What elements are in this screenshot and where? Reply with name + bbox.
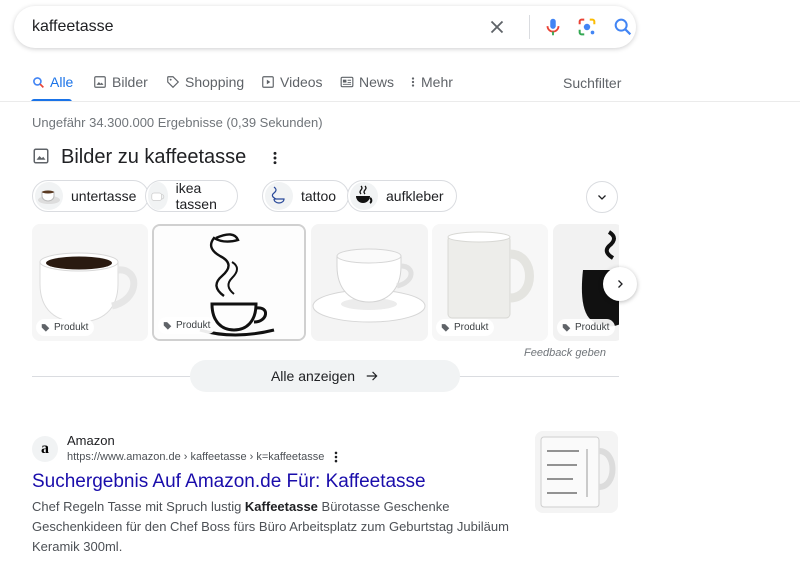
tab-label: Mehr	[421, 74, 453, 90]
carousel-next-button[interactable]	[603, 267, 637, 301]
image-icon	[33, 148, 49, 164]
chip-thumbnail	[350, 182, 378, 210]
badge-label: Produkt	[176, 320, 211, 331]
snippet-text: Chef Regeln Tasse mit Spruch lustig	[32, 499, 245, 514]
tab-label: Alle	[50, 74, 74, 90]
search-bar[interactable]	[14, 6, 636, 48]
tag-icon	[562, 324, 571, 332]
show-all-label: Alle anzeigen	[270, 368, 356, 384]
image-result[interactable]	[311, 224, 428, 341]
chip-ikea-tassen[interactable]: ikea tassen	[145, 180, 239, 212]
chip-label: untertasse	[71, 188, 137, 204]
result-title-link[interactable]: Suchergebnis Auf Amazon.de Für: Kaffeeta…	[32, 471, 426, 493]
feedback-link[interactable]: Feedback geben	[524, 347, 606, 359]
tabs-divider	[0, 101, 800, 102]
tag-icon	[41, 324, 50, 332]
product-badge: Produkt	[557, 319, 616, 336]
chip-thumbnail	[265, 182, 293, 210]
tab-label: Bilder	[112, 74, 148, 90]
image-carousel: Produkt Produkt Produkt Produkt	[32, 224, 619, 342]
tab-news[interactable]: News	[340, 74, 394, 90]
chip-thumbnail	[148, 182, 168, 210]
cup-saucer-image	[311, 224, 428, 341]
tag-icon	[163, 322, 172, 330]
microphone-icon[interactable]	[542, 16, 564, 38]
clear-icon[interactable]	[486, 16, 508, 38]
tab-label: Shopping	[185, 74, 245, 90]
image-result[interactable]: Produkt	[432, 224, 548, 341]
tab-label: Videos	[280, 74, 323, 90]
search-tabs: Alle Bilder Shopping Videos News Mehr	[0, 64, 800, 102]
result-stats: Ungefähr 34.300.000 Ergebnisse (0,39 Sek…	[32, 115, 323, 130]
search-tools-button[interactable]: Suchfilter	[563, 75, 621, 91]
chip-untertasse[interactable]: untertasse	[32, 180, 150, 212]
chevron-down-icon	[598, 195, 606, 200]
mug-image	[535, 431, 618, 513]
tag-icon	[441, 324, 450, 332]
images-block-title: Bilder zu kaffeetasse	[61, 146, 247, 168]
badge-label: Produkt	[454, 322, 489, 333]
more-vert-icon	[411, 77, 415, 87]
lens-icon[interactable]	[576, 16, 598, 38]
expand-chips-button[interactable]	[586, 181, 618, 213]
result-snippet: Chef Regeln Tasse mit Spruch lustig Kaff…	[32, 497, 512, 557]
product-badge: Produkt	[36, 319, 95, 336]
image-result[interactable]: Produkt	[152, 224, 306, 341]
product-badge: Produkt	[436, 319, 495, 336]
tab-shopping[interactable]: Shopping	[166, 74, 244, 90]
search-input[interactable]	[32, 18, 452, 36]
product-badge: Produkt	[158, 317, 217, 334]
chip-thumbnail	[35, 182, 63, 210]
news-icon	[340, 76, 354, 88]
site-favicon: a	[32, 436, 58, 462]
tab-images[interactable]: Bilder	[93, 74, 148, 90]
chip-tattoo[interactable]: tattoo	[262, 180, 350, 212]
site-name[interactable]: Amazon	[67, 433, 115, 448]
tab-label: News	[359, 74, 395, 90]
chip-label: ikea tassen	[175, 180, 217, 212]
arrow-right-icon	[366, 371, 378, 381]
chip-aufkleber[interactable]: aufkleber	[347, 180, 457, 212]
tag-icon	[167, 76, 180, 89]
chip-label: tattoo	[301, 188, 337, 204]
play-icon	[262, 76, 274, 88]
site-url[interactable]: https://www.amazon.de › kaffeetasse › k=…	[67, 451, 324, 463]
badge-label: Produkt	[54, 322, 89, 333]
show-all-images-button[interactable]: Alle anzeigen	[190, 360, 460, 392]
more-options-icon[interactable]	[268, 150, 282, 166]
search-icon	[33, 76, 44, 88]
chip-label: aufkleber	[386, 188, 444, 204]
tab-more[interactable]: Mehr	[410, 74, 453, 90]
result-thumbnail[interactable]	[535, 431, 618, 513]
search-icon[interactable]	[612, 16, 634, 38]
more-options-icon[interactable]	[330, 450, 342, 464]
badge-label: Produkt	[575, 322, 610, 333]
image-result[interactable]: Produkt	[32, 224, 148, 341]
tab-all[interactable]: Alle	[32, 74, 73, 90]
snippet-highlight: Kaffeetasse	[244, 499, 318, 514]
tab-videos[interactable]: Videos	[261, 74, 323, 90]
search-divider	[529, 15, 530, 39]
chevron-right-icon	[618, 280, 623, 288]
image-icon	[94, 76, 106, 88]
